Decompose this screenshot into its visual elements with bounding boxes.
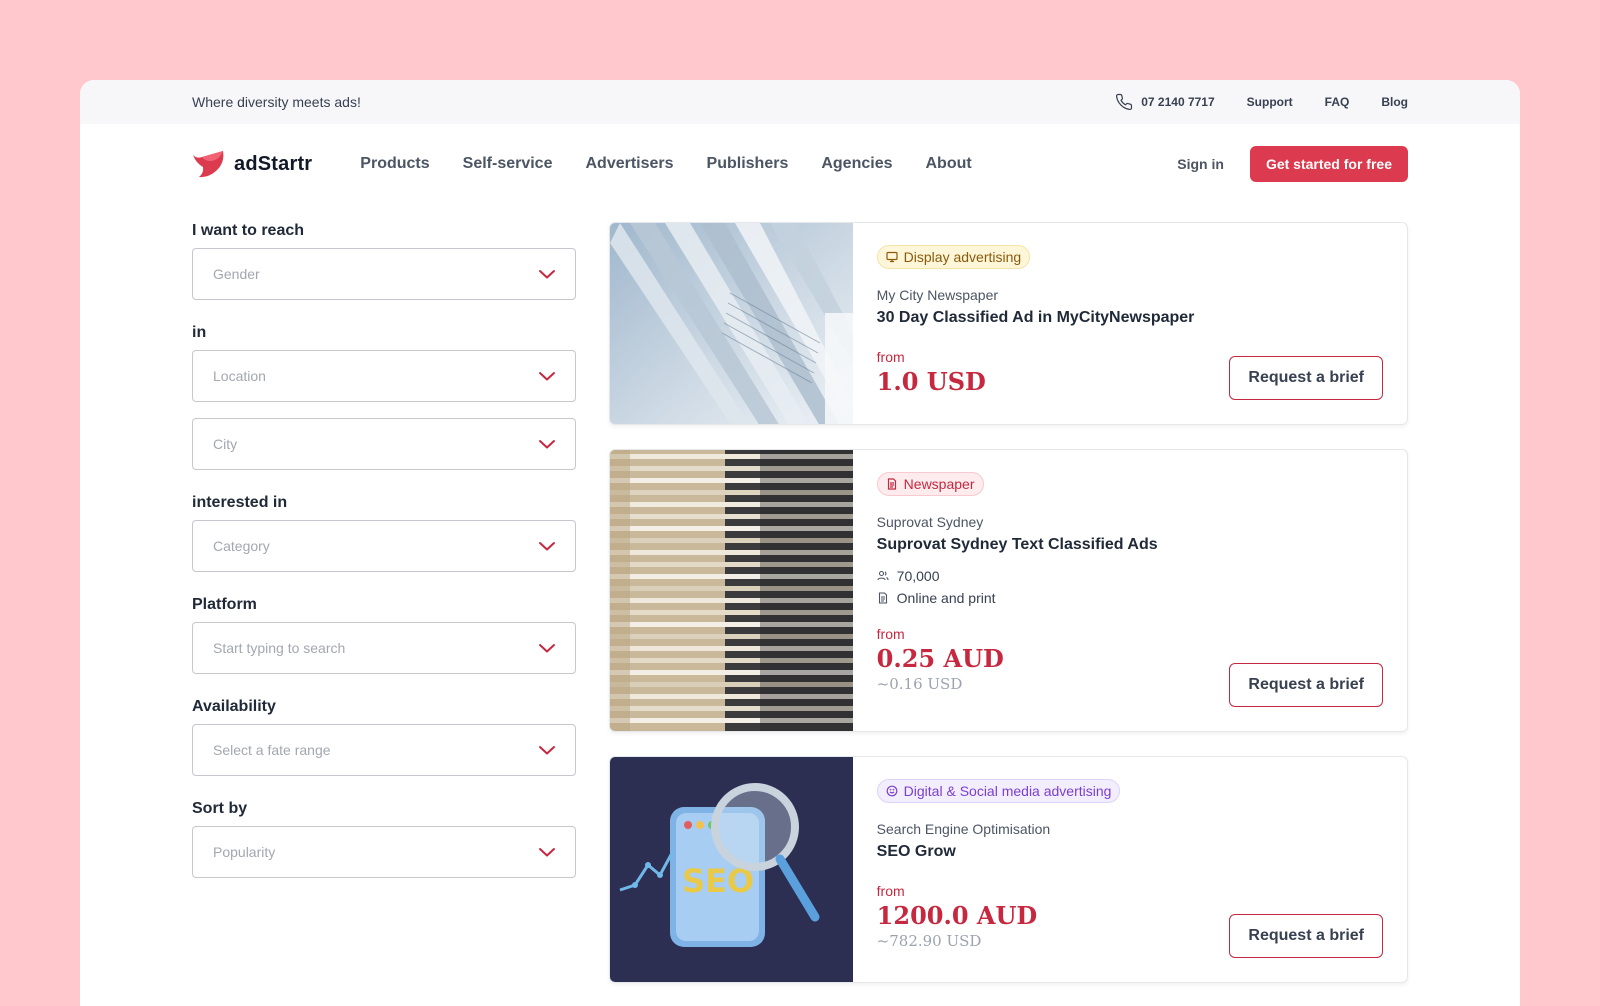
audience-row: 70,000 (877, 568, 1383, 584)
availability-placeholder: Select a fate range (213, 742, 331, 758)
chevron-down-icon (538, 372, 555, 381)
users-icon (877, 570, 889, 581)
gender-placeholder: Gender (213, 266, 260, 282)
sort-label: Sort by (192, 800, 248, 817)
badge-display-advertising: Display advertising (876, 245, 1031, 269)
filter-panel: I want to reach Gender in Location City … (192, 222, 576, 1006)
document-icon (887, 478, 896, 490)
card-image-paper-stack (609, 450, 853, 731)
card-image-seo: SEO (609, 757, 853, 982)
badge-digital-social: Digital & Social media advertising (876, 779, 1121, 803)
nav-advertisers[interactable]: Advertisers (585, 155, 673, 173)
nav-publishers[interactable]: Publishers (707, 155, 789, 173)
in-label: in (192, 324, 207, 341)
card-body: Newspaper Suprovat Sydney Suprovat Sydne… (853, 450, 1407, 731)
faq-link[interactable]: FAQ (1325, 95, 1350, 109)
chevron-down-icon (538, 270, 555, 279)
phone-number: 07 2140 7717 (1141, 95, 1215, 109)
availability-select[interactable]: Select a fate range (192, 724, 576, 776)
city-select[interactable]: City (192, 418, 576, 470)
nav-products[interactable]: Products (360, 155, 429, 173)
format-row: Online and print (877, 590, 1383, 606)
badge-label: Digital & Social media advertising (903, 783, 1112, 799)
card-body: Display advertising My City Newspaper 30… (853, 223, 1407, 424)
phone-link[interactable]: 07 2140 7717 (1115, 93, 1215, 111)
availability-label: Availability (192, 698, 276, 715)
monitor-icon (886, 251, 898, 263)
page-frame: Where diversity meets ads! 07 2140 7717 … (80, 80, 1520, 1006)
platform-placeholder: Start typing to search (213, 640, 346, 656)
format-value: Online and print (896, 590, 996, 606)
phone-icon (1116, 93, 1133, 111)
blog-link[interactable]: Blog (1381, 95, 1408, 109)
platform-label: Platform (192, 596, 257, 613)
chevron-down-icon (538, 542, 555, 551)
logo-icon (193, 151, 224, 178)
product-title[interactable]: 30 Day Classified Ad in MyCityNewspaper (877, 309, 1383, 327)
main-content: I want to reach Gender in Location City … (80, 222, 1520, 1006)
location-placeholder: Location (213, 368, 266, 384)
document-icon (878, 592, 887, 604)
audience-value: 70,000 (896, 568, 940, 584)
nav-actions: Sign in Get started for free (1177, 146, 1408, 182)
product-meta: 70,000 Online and print (877, 568, 1383, 606)
publisher-name: My City Newspaper (876, 287, 999, 303)
chevron-down-icon (538, 848, 555, 857)
results-list: Display advertising My City Newspaper 30… (608, 222, 1408, 1006)
get-started-button[interactable]: Get started for free (1249, 146, 1408, 182)
reach-label: I want to reach (192, 222, 305, 239)
tagline: Where diversity meets ads! (192, 94, 361, 110)
chevron-down-icon (538, 644, 555, 653)
top-bar: Where diversity meets ads! 07 2140 7717 … (80, 80, 1520, 124)
nav-about[interactable]: About (925, 155, 971, 173)
main-nav: adStartr Products Self-service Advertise… (80, 124, 1520, 204)
badge-label: Newspaper (903, 476, 975, 492)
result-card[interactable]: SEO Digital & Social media advertising S… (608, 756, 1408, 983)
result-card[interactable]: Newspaper Suprovat Sydney Suprovat Sydne… (608, 449, 1408, 732)
city-placeholder: City (213, 436, 238, 452)
request-brief-button[interactable]: Request a brief (1229, 663, 1383, 707)
request-brief-button[interactable]: Request a brief (1229, 914, 1383, 958)
product-title[interactable]: Suprovat Sydney Text Classified Ads (877, 536, 1383, 554)
result-card[interactable]: Display advertising My City Newspaper 30… (608, 222, 1408, 425)
interested-label: interested in (192, 494, 288, 511)
card-image-newspapers (609, 223, 853, 424)
publisher-name: Suprovat Sydney (876, 514, 984, 530)
product-title[interactable]: SEO Grow (877, 843, 1383, 861)
request-brief-button[interactable]: Request a brief (1229, 356, 1383, 400)
card-body: Digital & Social media advertising Searc… (853, 757, 1407, 982)
price-from-label: from (876, 626, 905, 642)
nav-self-service[interactable]: Self-service (463, 155, 553, 173)
chevron-down-icon (538, 746, 555, 755)
category-select[interactable]: Category (192, 520, 576, 572)
nav-agencies[interactable]: Agencies (821, 155, 892, 173)
top-bar-links: 07 2140 7717 Support FAQ Blog (1115, 93, 1408, 111)
category-placeholder: Category (213, 538, 270, 554)
location-select[interactable]: Location (192, 350, 576, 402)
publisher-name: Search Engine Optimisation (876, 821, 1051, 837)
logo[interactable]: adStartr (192, 149, 312, 179)
nav-menu: Products Self-service Advertisers Publis… (360, 155, 971, 173)
badge-label: Display advertising (903, 249, 1022, 265)
badge-newspaper: Newspaper (876, 472, 984, 496)
price-from-label: from (876, 883, 905, 899)
sign-in-link[interactable]: Sign in (1177, 156, 1224, 172)
smile-icon (886, 785, 898, 797)
sort-placeholder: Popularity (213, 844, 276, 860)
gender-select[interactable]: Gender (192, 248, 576, 300)
brand-name: adStartr (234, 152, 313, 175)
support-link[interactable]: Support (1247, 95, 1293, 109)
sort-select[interactable]: Popularity (192, 826, 576, 878)
chevron-down-icon (538, 440, 555, 449)
platform-select[interactable]: Start typing to search (192, 622, 576, 674)
